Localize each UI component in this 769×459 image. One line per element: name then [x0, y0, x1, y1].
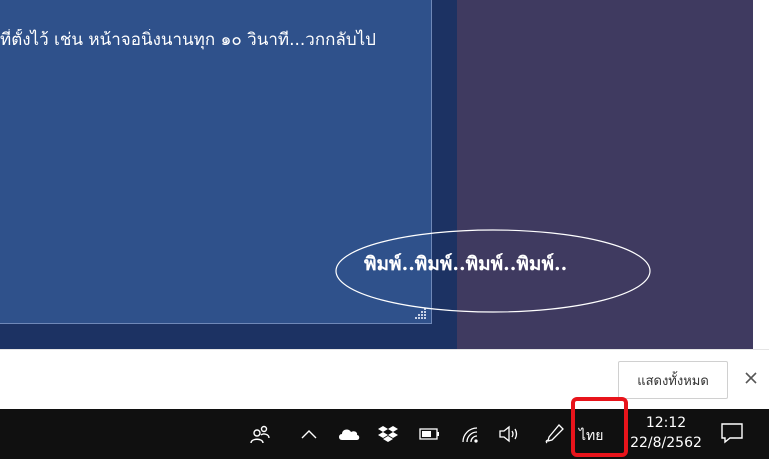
battery-icon[interactable]	[418, 422, 442, 446]
dialog-body-text: ที่ตั้งไว้ เช่น หน้าจอนิ่งนานทุก ๑๐ วินา…	[0, 30, 376, 50]
chevron-up-icon[interactable]	[298, 422, 320, 446]
app-window: ที่ตั้งไว้ เช่น หน้าจอนิ่งนานทุก ๑๐ วินา…	[0, 0, 457, 349]
clock[interactable]: 12:12 22/8/2562	[630, 413, 702, 453]
taskbar: ไทย 12:12 22/8/2562	[0, 409, 769, 459]
show-all-button[interactable]: แสดงทั้งหมด	[618, 361, 728, 399]
pen-icon[interactable]	[542, 422, 566, 446]
wifi-icon[interactable]	[459, 422, 481, 446]
close-icon[interactable]	[740, 367, 762, 389]
resize-grip-icon[interactable]	[413, 306, 427, 320]
desktop: ที่ตั้งไว้ เช่น หน้าจอนิ่งนานทุก ๑๐ วินา…	[0, 0, 769, 349]
dropbox-icon[interactable]	[377, 422, 399, 446]
clock-date: 22/8/2562	[630, 435, 702, 451]
people-icon[interactable]	[248, 422, 272, 446]
onedrive-cloud-icon[interactable]	[336, 422, 362, 446]
action-center-icon[interactable]	[720, 422, 746, 446]
clock-time: 12:12	[645, 415, 687, 431]
annotation-typing-text: พิมพ์..พิมพ์..พิมพ์..พิมพ์..	[364, 253, 568, 275]
window-edge	[753, 0, 769, 349]
input-language-indicator[interactable]: ไทย	[579, 425, 603, 447]
volume-icon[interactable]	[497, 422, 521, 446]
notification-bar: แสดงทั้งหมด	[0, 349, 769, 410]
